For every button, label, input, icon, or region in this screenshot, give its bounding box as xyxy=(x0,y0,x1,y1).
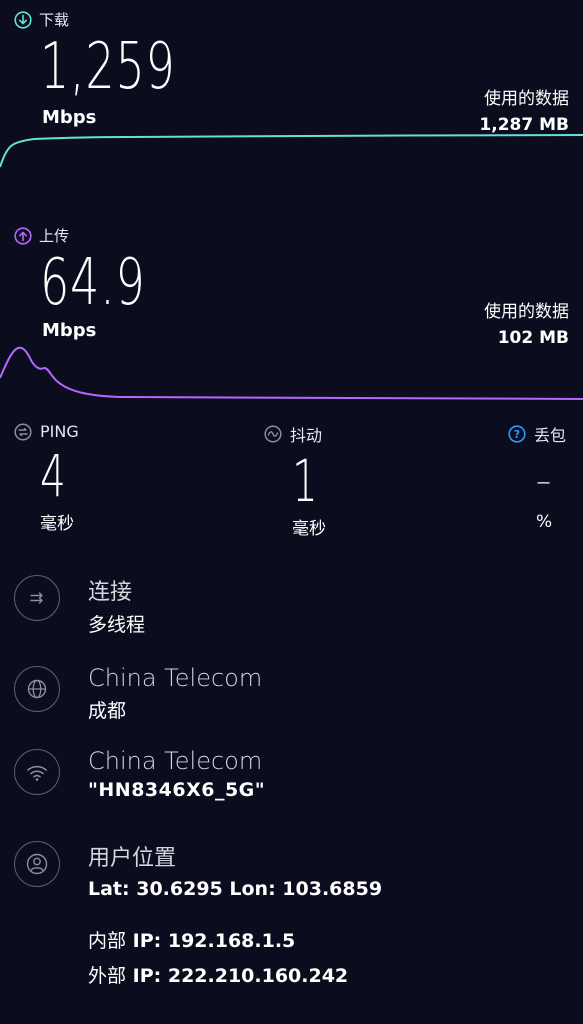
wifi-icon xyxy=(27,765,47,781)
jitter-icon xyxy=(264,425,282,443)
isp-icon-circle xyxy=(14,666,60,712)
packet-loss-help[interactable]: ? 丢包 xyxy=(508,422,578,446)
ping-unit: 毫秒 xyxy=(40,514,74,534)
wifi-ssid: "HN8346X6_5G" xyxy=(88,779,266,801)
upload-header: 上传 xyxy=(14,225,69,246)
external-ip-label: 外部 xyxy=(88,965,127,987)
packet-loss-unit: % xyxy=(536,512,553,532)
ping-value: 4 xyxy=(40,442,66,510)
jitter-value: 1 xyxy=(292,447,318,515)
download-graph xyxy=(0,134,583,168)
isp-title: China Telecom xyxy=(88,664,263,692)
ping-metric: PING 4 毫秒 xyxy=(14,422,194,534)
download-header: 下载 xyxy=(14,9,69,30)
multi-thread-icon xyxy=(30,592,43,604)
globe-icon xyxy=(27,679,47,699)
upload-speed-value: 64.9 xyxy=(40,246,146,320)
location-row[interactable]: 用户位置 Lat: 30.6295 Lon: 103.6859 内部 IP: 1… xyxy=(14,841,382,988)
upload-icon xyxy=(14,226,32,245)
external-ip-value: IP: 222.210.160.242 xyxy=(132,965,349,987)
upload-graph xyxy=(0,346,583,400)
download-speed-value: 1,259 xyxy=(40,30,176,104)
download-label: 下载 xyxy=(39,11,70,29)
connection-row[interactable]: 连接 多线程 xyxy=(14,575,145,637)
jitter-unit: 毫秒 xyxy=(292,519,326,539)
help-icon[interactable]: ? xyxy=(508,425,526,443)
isp-location: 成都 xyxy=(88,700,127,722)
packet-loss-value: – xyxy=(536,464,551,499)
internal-ip-label: 内部 xyxy=(88,930,127,952)
connection-icon-circle xyxy=(14,575,60,621)
packet-loss-metric: ? 丢包 – % xyxy=(508,422,578,532)
connection-value: 多线程 xyxy=(88,614,146,636)
connection-title: 连接 xyxy=(88,580,133,605)
external-ip: 外部 IP: 222.210.160.242 xyxy=(88,961,382,988)
location-title: 用户位置 xyxy=(88,846,177,871)
upload-label: 上传 xyxy=(39,227,70,245)
isp-row[interactable]: China Telecom 成都 xyxy=(14,664,263,723)
location-coordinates: Lat: 30.6295 Lon: 103.6859 xyxy=(88,878,383,900)
location-icon-circle xyxy=(14,841,60,887)
ping-label: PING xyxy=(40,422,79,441)
network-provider-title: China Telecom xyxy=(88,747,263,775)
download-icon xyxy=(14,10,32,29)
jitter-label: 抖动 xyxy=(290,426,323,445)
upload-unit: Mbps xyxy=(42,320,97,341)
packet-loss-label: 丢包 xyxy=(534,426,567,445)
upload-data-used-label: 使用的数据 xyxy=(484,302,569,322)
jitter-metric: 抖动 1 毫秒 xyxy=(264,422,444,539)
internal-ip: 内部 IP: 192.168.1.5 xyxy=(88,926,382,953)
download-data-used-label: 使用的数据 xyxy=(484,89,569,109)
internal-ip-value: IP: 192.168.1.5 xyxy=(132,930,296,952)
user-icon xyxy=(26,853,48,875)
network-row[interactable]: China Telecom "HN8346X6_5G" xyxy=(14,747,266,801)
network-icon-circle xyxy=(14,749,60,795)
ping-icon xyxy=(14,422,32,441)
svg-text:?: ? xyxy=(514,428,520,441)
